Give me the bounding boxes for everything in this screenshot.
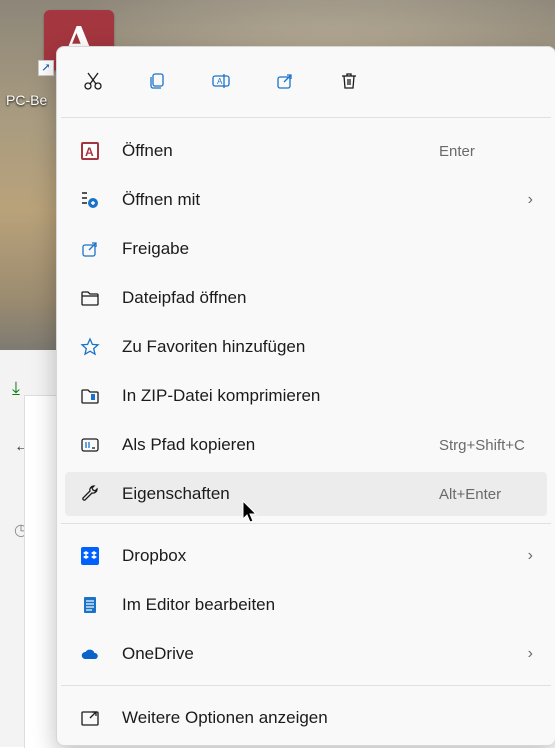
menu-item-open[interactable]: A Öffnen Enter <box>65 129 547 173</box>
share-icon <box>277 74 292 89</box>
copy-icon <box>150 73 164 89</box>
star-icon <box>79 336 101 358</box>
menu-item-more-options[interactable]: Weitere Optionen anzeigen <box>65 696 547 740</box>
svg-text:A: A <box>85 145 94 159</box>
menu-item-onedrive[interactable]: OneDrive › <box>65 632 547 676</box>
notepad-icon <box>79 594 101 616</box>
menu-item-copy-path[interactable]: Als Pfad kopieren Strg+Shift+C <box>65 423 547 467</box>
trash-icon <box>342 73 356 89</box>
rename-button[interactable]: A <box>203 63 239 99</box>
share-button[interactable] <box>267 63 303 99</box>
cut-button[interactable] <box>75 63 111 99</box>
zip-folder-icon <box>79 385 101 407</box>
shortcut-text: Enter <box>439 142 475 160</box>
rename-icon: A <box>212 74 230 88</box>
folder-icon <box>79 287 101 309</box>
onedrive-icon <box>79 643 101 665</box>
shortcut-text: Alt+Enter <box>439 485 502 503</box>
wrench-icon <box>79 483 101 505</box>
scissors-icon <box>84 72 102 90</box>
menu-item-label: Im Editor bearbeiten <box>122 595 276 614</box>
delete-button[interactable] <box>331 63 367 99</box>
menu-item-label: Dateipfad öffnen <box>122 288 247 307</box>
menu-item-label: Weitere Optionen anzeigen <box>122 708 328 727</box>
mouse-cursor-icon <box>242 500 258 523</box>
separator <box>61 685 551 686</box>
chevron-right-icon: › <box>527 547 533 564</box>
menu-item-add-favorites[interactable]: Zu Favoriten hinzufügen <box>65 325 547 369</box>
chevron-right-icon: › <box>527 645 533 662</box>
menu-item-label: Öffnen <box>122 141 173 160</box>
desktop-shortcut-label[interactable]: PC-Be <box>6 92 47 108</box>
separator <box>61 117 551 118</box>
menu-item-label: In ZIP-Datei komprimieren <box>122 386 321 405</box>
menu-item-open-with[interactable]: Öffnen mit › <box>65 178 547 222</box>
menu-item-label: Als Pfad kopieren <box>122 435 256 454</box>
menu-item-label: Öffnen mit <box>122 190 201 209</box>
copy-path-icon <box>79 434 101 456</box>
separator <box>61 523 551 524</box>
menu-item-label: OneDrive <box>122 644 194 663</box>
menu-item-label: Eigenschaften <box>122 484 230 503</box>
menu-item-share[interactable]: Freigabe <box>65 227 547 271</box>
menu-item-label: Dropbox <box>122 546 187 565</box>
menu-item-dropbox[interactable]: Dropbox › <box>65 534 547 578</box>
menu-item-label: Freigabe <box>122 239 190 258</box>
context-toolbar: A <box>57 47 555 115</box>
chevron-right-icon: › <box>527 191 533 208</box>
menu-item-open-file-location[interactable]: Dateipfad öffnen <box>65 276 547 320</box>
share-icon <box>79 238 101 260</box>
menu-item-label: Zu Favoriten hinzufügen <box>122 337 306 356</box>
copy-button[interactable] <box>139 63 175 99</box>
menu-item-compress-zip[interactable]: In ZIP-Datei komprimieren <box>65 374 547 418</box>
open-with-icon <box>79 189 101 211</box>
svg-text:A: A <box>217 77 223 86</box>
more-options-icon <box>79 707 101 729</box>
menu-item-edit-notepad[interactable]: Im Editor bearbeiten <box>65 583 547 627</box>
dropbox-icon <box>79 545 101 567</box>
shortcut-arrow-icon: ↗ <box>38 60 54 76</box>
access-app-icon: A <box>79 140 101 162</box>
menu-item-properties[interactable]: Eigenschaften Alt+Enter <box>65 472 547 516</box>
shortcut-text: Strg+Shift+C <box>439 436 525 454</box>
download-icon[interactable]: ⤓ <box>12 378 20 399</box>
context-menu: A A Öffnen Enter Öffnen mit › Freigabe D… <box>56 46 555 746</box>
